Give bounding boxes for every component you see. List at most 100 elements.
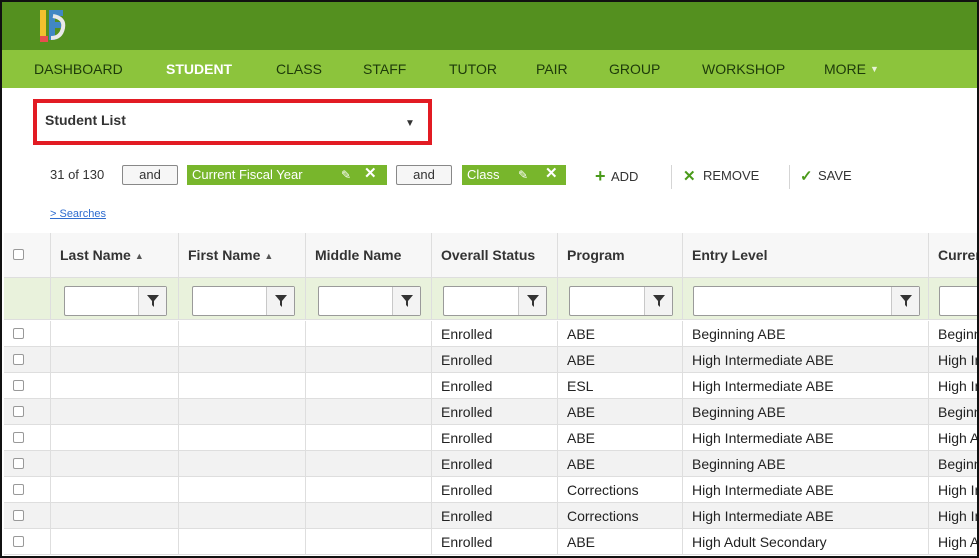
table-row[interactable]: Enrolled ESL High Intermediate ABE High In [4, 373, 977, 399]
record-count: 31 of 130 [50, 167, 105, 182]
cell-status: Enrolled [432, 451, 558, 476]
filter-input-current-level[interactable] [939, 286, 977, 316]
filter-button[interactable] [266, 287, 294, 315]
table-row[interactable]: Enrolled ABE High Intermediate ABE High A [4, 425, 977, 451]
nav-more[interactable]: MORE ▼ [824, 50, 879, 88]
funnel-icon [900, 295, 912, 307]
redacted-name-cell [179, 373, 306, 398]
table-row[interactable]: Enrolled Corrections High Intermediate ABE… [4, 503, 977, 529]
table-row[interactable]: Enrolled Corrections High Intermediate ABE… [4, 477, 979, 503]
select-all-checkbox[interactable] [13, 249, 24, 260]
column-header-overall-status[interactable]: Overall Status [432, 233, 558, 277]
pencil-icon[interactable]: ✎ [518, 165, 528, 185]
remove-filter-button[interactable]: ✕ REMOVE [683, 165, 759, 187]
row-checkbox[interactable] [13, 327, 24, 339]
filter-chip-class[interactable]: Class ✎ ✕ [462, 165, 566, 185]
filter-input-first-name[interactable] [192, 286, 295, 316]
redacted-name-cell [51, 503, 179, 528]
searches-link[interactable]: > Searches [50, 208, 106, 220]
cell-current: Beginn [938, 456, 979, 472]
pencil-icon[interactable]: ✎ [341, 165, 351, 185]
row-checkbox[interactable] [13, 483, 24, 495]
funnel-icon [653, 295, 665, 307]
row-checkbox[interactable] [13, 535, 24, 547]
column-header-program[interactable]: Program [558, 233, 683, 277]
middle-name-cell [306, 503, 432, 528]
row-checkbox[interactable] [13, 509, 24, 521]
redacted-name-cell [51, 529, 179, 554]
filter-button[interactable] [138, 287, 166, 315]
filter-input-last-name[interactable] [64, 286, 167, 316]
redacted-name-cell [51, 451, 179, 476]
row-checkbox[interactable] [13, 353, 24, 365]
close-icon[interactable]: ✕ [364, 164, 377, 184]
top-bar [2, 2, 977, 50]
nav-student[interactable]: STUDENT [166, 50, 232, 88]
filter-button[interactable] [518, 287, 546, 315]
nav-staff[interactable]: STAFF [363, 50, 406, 88]
column-header-first-name[interactable]: First Name ▲ [179, 233, 306, 277]
filter-button[interactable] [891, 287, 919, 315]
check-icon: ✓ [800, 168, 813, 185]
nav-group[interactable]: GROUP [609, 50, 660, 88]
column-header-middle-name[interactable]: Middle Name [306, 233, 432, 277]
add-filter-button[interactable]: + ADD [595, 165, 638, 187]
and-button-1[interactable]: and [122, 165, 178, 185]
cell-entry: High Intermediate ABE [683, 503, 929, 528]
cell-current: Beginn [938, 404, 979, 420]
middle-name-cell [306, 477, 432, 502]
column-header-entry-level[interactable]: Entry Level [683, 233, 929, 277]
nav-pair[interactable]: PAIR [536, 50, 568, 88]
ifs-logo-icon[interactable] [38, 6, 68, 46]
filter-cell-current-level [929, 278, 977, 319]
filter-input-entry-level[interactable] [693, 286, 920, 316]
filter-cell-entry-level [683, 278, 929, 319]
filter-input-middle-name[interactable] [318, 286, 421, 316]
table-row[interactable]: Enrolled ABE Beginning ABE Beginn [4, 399, 979, 425]
filter-chip-fiscal-year[interactable]: Current Fiscal Year ✎ ✕ [187, 165, 387, 185]
cell-current: High In [938, 482, 979, 498]
nav-workshop[interactable]: WORKSHOP [702, 50, 785, 88]
column-header-last-name[interactable]: Last Name ▲ [51, 233, 179, 277]
table-row[interactable]: Enrolled ABE High Intermediate ABE High In [4, 347, 977, 373]
table-row[interactable]: Enrolled ABE Beginning ABE Beginn [4, 451, 979, 477]
row-checkbox[interactable] [13, 405, 24, 417]
filter-input-overall-status[interactable] [443, 286, 547, 316]
row-checkbox[interactable] [13, 457, 24, 469]
row-checkbox[interactable] [13, 379, 24, 391]
x-icon: ✕ [683, 168, 696, 185]
cell-entry: Beginning ABE [683, 451, 929, 476]
table-row[interactable]: Enrolled ABE Beginning ABE Beginn [4, 321, 979, 347]
funnel-icon [401, 295, 413, 307]
list-type-value: Student List [45, 112, 126, 128]
row-select-cell [4, 399, 51, 424]
row-select-cell [4, 321, 51, 346]
redacted-name-cell [179, 529, 306, 554]
nav-class[interactable]: CLASS [276, 50, 322, 88]
save-search-button[interactable]: ✓ SAVE [800, 165, 852, 187]
filter-button[interactable] [392, 287, 420, 315]
cell-program: ABE [558, 425, 683, 450]
and-button-2[interactable]: and [396, 165, 452, 185]
redacted-name-cell [179, 347, 306, 372]
list-type-select[interactable]: Student List ▼ [33, 99, 432, 145]
select-all-cell [4, 233, 51, 277]
redacted-name-cell [179, 321, 306, 346]
cell-status: Enrolled [432, 477, 558, 502]
close-icon[interactable]: ✕ [545, 164, 558, 184]
filter-button[interactable] [644, 287, 672, 315]
redacted-name-cell [51, 399, 179, 424]
table-row[interactable]: Enrolled ABE High Adult Secondary High A [4, 529, 977, 555]
nav-dashboard[interactable]: DASHBOARD [34, 50, 123, 88]
cell-status: Enrolled [432, 321, 558, 346]
cell-entry: Beginning ABE [683, 399, 929, 424]
column-header-current-level[interactable]: Curren [929, 233, 977, 277]
column-label: Program [567, 247, 625, 263]
row-checkbox[interactable] [13, 431, 24, 443]
nav-tutor[interactable]: TUTOR [449, 50, 497, 88]
filter-input-program[interactable] [569, 286, 673, 316]
filter-cell-first-name [179, 278, 306, 319]
funnel-icon [527, 295, 539, 307]
row-select-cell [4, 503, 51, 528]
cell-current: Beginn [938, 326, 979, 342]
